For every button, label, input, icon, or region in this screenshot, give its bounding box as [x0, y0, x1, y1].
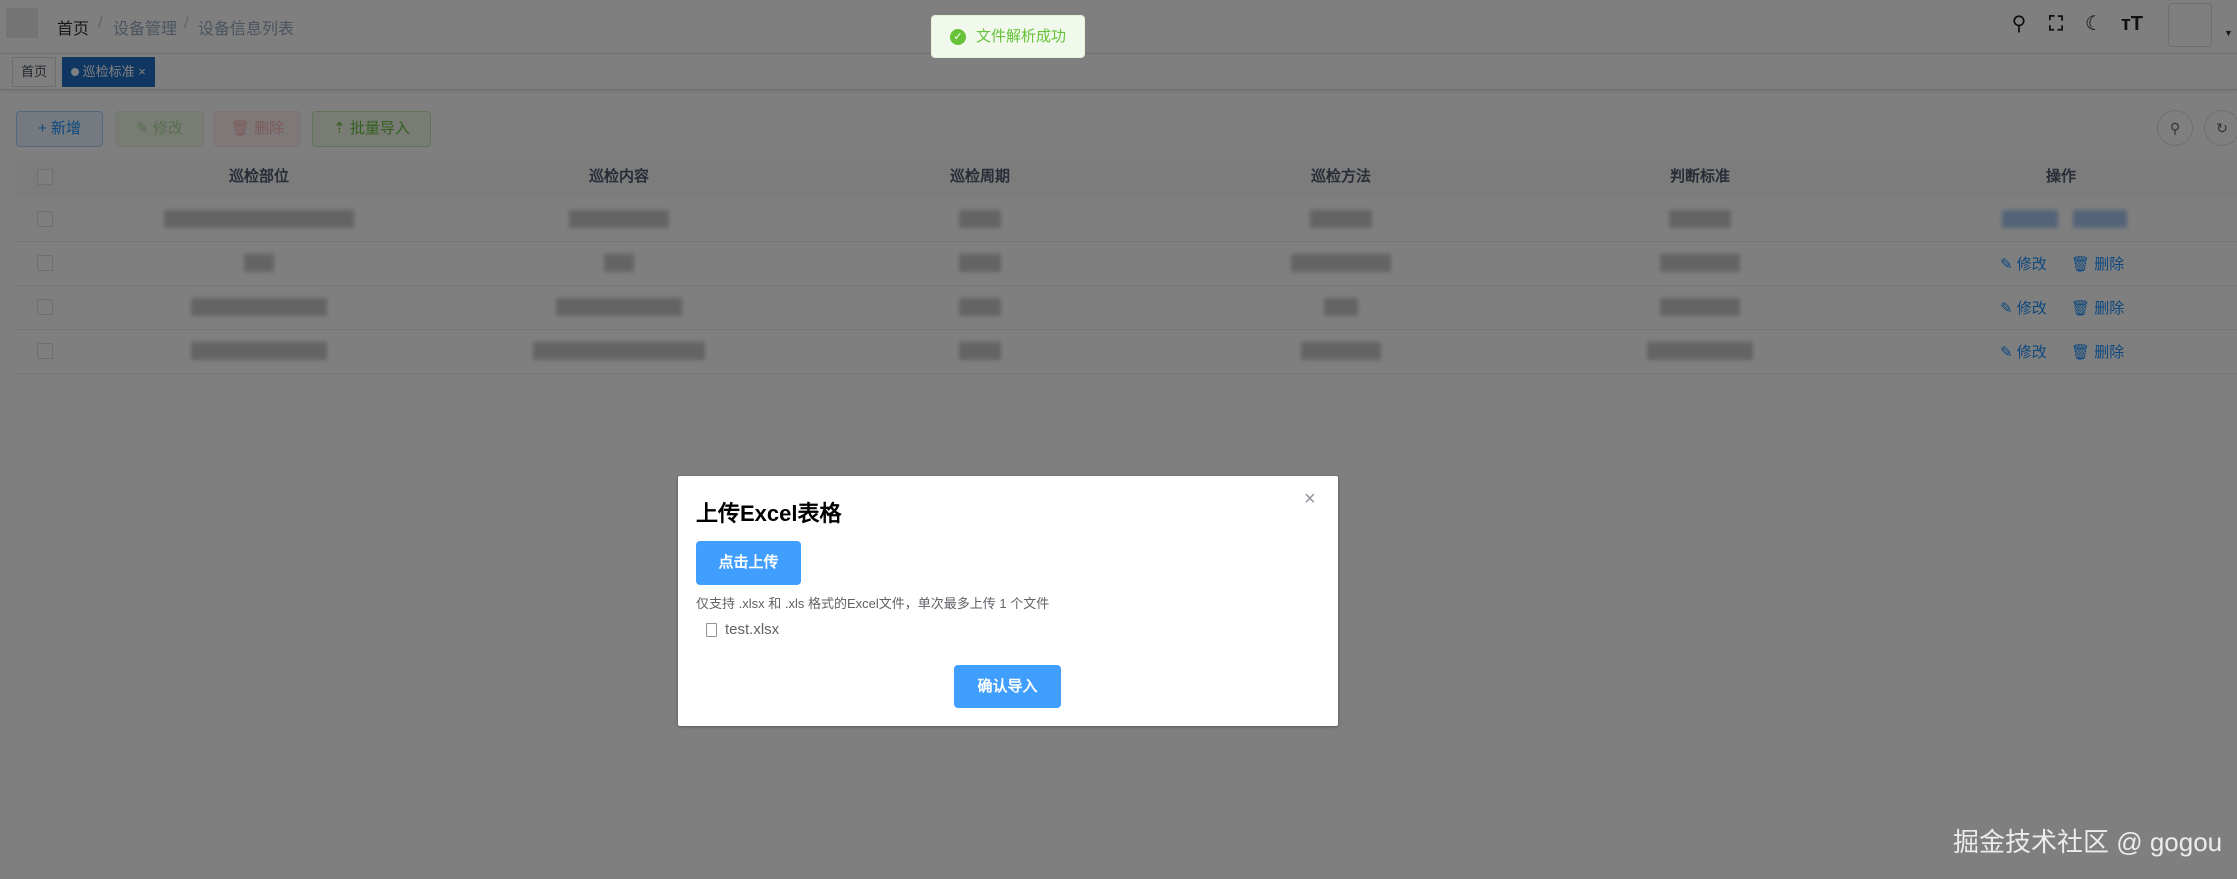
toast-message: 文件解析成功: [976, 28, 1067, 45]
upload-button[interactable]: 点击上传: [696, 541, 801, 585]
upload-tip: 仅支持 .xlsx 和 .xls 格式的Excel文件，单次最多上传 1 个文件: [696, 596, 1050, 611]
watermark: 掘金技术社区 @ gogou: [1953, 827, 2223, 857]
modal-overlay: [0, 0, 2237, 879]
document-icon: [706, 623, 717, 637]
confirm-import-button[interactable]: 确认导入: [954, 665, 1061, 708]
success-toast: ✓ 文件解析成功: [931, 15, 1085, 58]
dialog-title: 上传Excel表格: [696, 501, 842, 526]
close-icon[interactable]: ×: [1304, 488, 1316, 511]
check-circle-icon: ✓: [950, 29, 966, 45]
uploaded-file[interactable]: test.xlsx: [725, 621, 779, 638]
upload-dialog: 上传Excel表格 × 点击上传 仅支持 .xlsx 和 .xls 格式的Exc…: [678, 476, 1338, 726]
